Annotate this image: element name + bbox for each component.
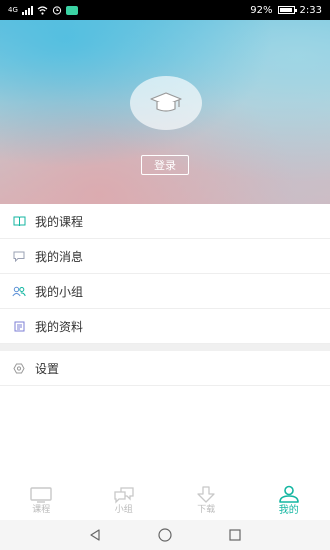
menu-item-label: 我的消息 <box>35 249 84 264</box>
tab-label: 我的 <box>278 504 299 516</box>
signal-icon <box>21 5 33 15</box>
menu-item-label: 我的资料 <box>35 319 84 334</box>
menu-list: 我的课程 我的消息 我的小组 我的资料 设置 <box>0 204 330 386</box>
tab-label: 小组 <box>114 504 133 515</box>
battery-icon <box>277 6 297 14</box>
battery-percent: 92% <box>250 4 273 16</box>
tab-label: 下载 <box>197 504 216 515</box>
menu-item-profile[interactable]: 我的资料 <box>0 309 330 344</box>
settings-icon <box>12 361 26 375</box>
tab-mine[interactable]: 我的 <box>248 480 330 520</box>
status-left: 4G <box>8 5 78 15</box>
recents-icon[interactable] <box>228 528 242 542</box>
group-icon <box>12 284 26 298</box>
wifi-icon <box>37 5 48 15</box>
menu-item-groups[interactable]: 我的小组 <box>0 274 330 309</box>
login-button[interactable]: 登录 <box>141 155 189 175</box>
menu-item-label: 设置 <box>35 361 60 376</box>
message-icon <box>12 249 26 263</box>
network-type: 4G <box>8 6 18 14</box>
alarm-icon <box>52 6 61 15</box>
avatar[interactable] <box>130 76 202 130</box>
menu-item-courses[interactable]: 我的课程 <box>0 204 330 239</box>
bottom-tab-bar: 课程 小组 下载 我的 <box>0 480 330 520</box>
menu-item-messages[interactable]: 我的消息 <box>0 239 330 274</box>
back-icon[interactable] <box>88 528 102 542</box>
profile-header: 登录 <box>0 20 330 204</box>
menu-item-settings[interactable]: 设置 <box>0 351 330 386</box>
tab-courses[interactable]: 课程 <box>0 480 83 520</box>
status-bar: 4G 92% 2:33 <box>0 0 330 20</box>
message-notification-icon <box>65 5 78 15</box>
tab-groups[interactable]: 小组 <box>83 480 166 520</box>
status-right: 92% 2:33 <box>250 5 322 16</box>
clock: 2:33 <box>299 4 322 16</box>
book-icon <box>12 214 26 228</box>
menu-item-label: 我的课程 <box>35 214 84 229</box>
tab-label: 课程 <box>32 504 51 515</box>
home-icon[interactable] <box>157 527 173 543</box>
tab-download[interactable]: 下载 <box>165 480 248 520</box>
menu-separator <box>0 344 330 351</box>
graduation-cap-icon <box>150 92 182 112</box>
menu-item-label: 我的小组 <box>35 284 84 299</box>
system-nav-bar <box>0 520 330 550</box>
profile-icon <box>12 319 26 333</box>
